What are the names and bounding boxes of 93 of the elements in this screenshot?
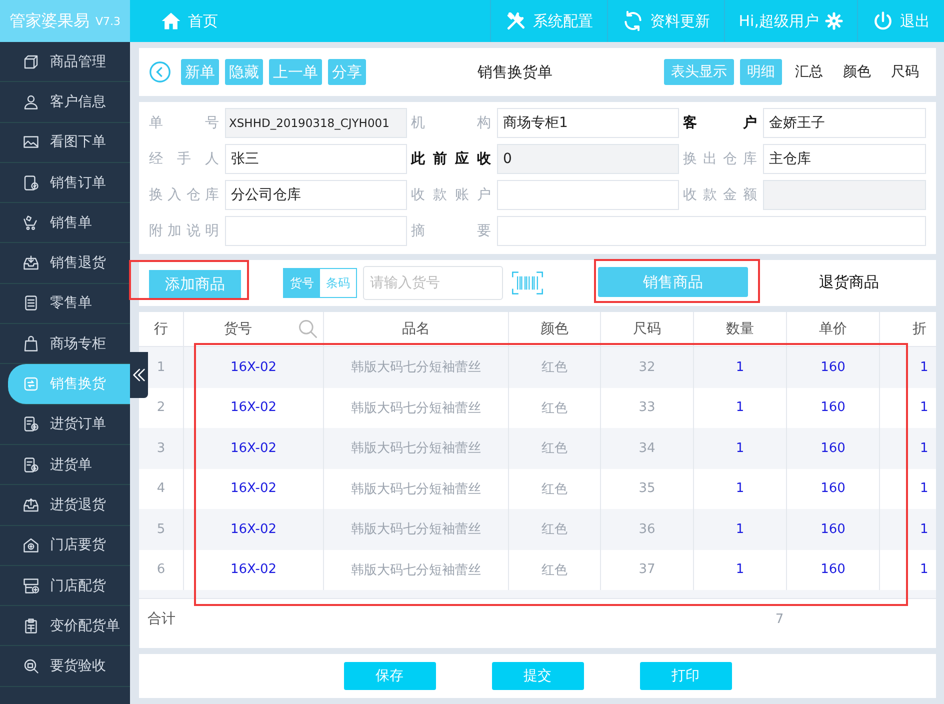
table-cell: 1 [694, 428, 787, 468]
table-cell: 韩版大码七分短袖蕾丝 [324, 509, 509, 550]
field-label: 此前应收 [411, 150, 492, 168]
table-cell: 1 [694, 509, 787, 550]
sidebar-item[interactable]: 门店要货 [0, 526, 130, 566]
sidebar-item[interactable]: 销售退货 [0, 243, 130, 284]
shop-icon [22, 576, 40, 594]
person-icon [22, 92, 40, 111]
input-field[interactable] [497, 216, 926, 246]
box-icon [22, 52, 40, 71]
table-cell: 3 [139, 428, 184, 468]
field-label: 收款金额 [683, 186, 758, 204]
document-plus-icon [22, 415, 40, 434]
sidebar-item[interactable]: 客户信息 [0, 82, 130, 123]
sidebar-item[interactable]: 要货验收 [0, 646, 130, 687]
settings-icon [825, 12, 843, 30]
table-cell: 红色 [509, 428, 601, 468]
input-field[interactable]: 金娇王子 [763, 108, 926, 138]
sidebar-item[interactable]: 商品管理 [0, 42, 130, 82]
document-down-icon [22, 456, 40, 474]
table-cell: 36 [601, 509, 694, 550]
double-chevron-icon [133, 367, 145, 383]
page-title: 销售换货单 [476, 62, 554, 82]
view-button[interactable]: 汇总 [788, 59, 830, 85]
table-cell: 160 [787, 347, 880, 388]
table-cell: 1 [880, 347, 936, 388]
home-icon [160, 10, 182, 32]
refresh-icon [622, 10, 644, 32]
table-cell: 1 [880, 428, 936, 468]
tab[interactable]: 退货商品 [774, 267, 924, 297]
field-label: 收款账户 [411, 186, 492, 204]
inbox-icon [22, 254, 40, 272]
document-check-icon [22, 174, 40, 192]
clipboard-icon [22, 616, 40, 635]
field-label: 换入仓库 [149, 186, 220, 204]
sidebar-item[interactable]: 进货退货 [0, 485, 130, 526]
input-field[interactable]: XSHHD_20190318_CJYH001 [225, 108, 407, 138]
app-name: 管家婆果易 [9, 10, 90, 32]
table-cell: 红色 [509, 347, 601, 388]
table-cell: 5 [139, 509, 184, 550]
table-cell: 16X-02 [184, 509, 324, 550]
back-icon[interactable] [149, 61, 171, 83]
sidebar-item[interactable]: 进货单 [0, 444, 130, 486]
field-label: 客户 [683, 114, 758, 132]
field-label: 单号 [149, 114, 220, 132]
table-cell: 32 [601, 347, 694, 388]
field-label: 附加说明 [149, 222, 220, 240]
table-cell: 16X-02 [184, 428, 324, 468]
sidebar-item[interactable]: 零售单 [0, 284, 130, 324]
field-label: 经手人 [149, 150, 220, 168]
sidebar-item[interactable]: 销售订单 [0, 162, 130, 204]
input-field[interactable]: 0 [497, 144, 679, 174]
outbox-icon [22, 496, 40, 514]
search-icon [297, 318, 319, 340]
field-label: 机构 [411, 114, 492, 132]
magnifier-icon [22, 657, 40, 676]
exchange-icon [22, 375, 40, 394]
total-label: 合计 [146, 610, 176, 628]
table-cell: 韩版大码七分短袖蕾丝 [324, 428, 509, 468]
sidebar-item[interactable]: 变价配货单 [0, 606, 130, 646]
input-field[interactable]: 张三 [225, 144, 407, 174]
sidebar-item[interactable]: 门店配货 [0, 566, 130, 606]
view-button[interactable]: 颜色 [836, 59, 878, 85]
input-field[interactable] [763, 180, 926, 210]
table-cell: 1 [694, 347, 787, 388]
table-cell: 160 [787, 428, 880, 468]
power-icon [872, 10, 894, 32]
input-field[interactable]: 分公司仓库 [225, 180, 407, 210]
bag-icon [22, 334, 40, 353]
sidebar-item[interactable]: 销售单 [0, 203, 130, 244]
input-field[interactable]: 主仓库 [763, 144, 926, 174]
document-icon [22, 294, 40, 312]
view-button[interactable]: 尺码 [884, 59, 926, 85]
app-version: V7.3 [95, 14, 121, 28]
table-cell: 34 [601, 428, 694, 468]
cart-icon [22, 214, 40, 232]
sidebar-item[interactable]: 进货订单 [0, 404, 130, 445]
collapse-button[interactable] [130, 352, 148, 398]
input-field[interactable] [497, 180, 679, 210]
search-field[interactable]: 请输入货号 [363, 266, 503, 300]
table-cell: 红色 [509, 509, 601, 550]
field-label: 摘要 [411, 222, 492, 240]
sidebar-item[interactable]: 看图下单 [0, 122, 130, 163]
input-field[interactable]: 商场专柜1 [497, 108, 679, 138]
table-cell: 16X-02 [184, 347, 324, 388]
house-icon [22, 536, 40, 554]
input-field[interactable] [225, 216, 407, 246]
field-label: 换出仓库 [683, 150, 758, 168]
tools-icon [504, 10, 527, 32]
table-cell: 1 [880, 509, 936, 550]
total-quantity: 7 [774, 612, 785, 626]
table-cell: 160 [787, 509, 880, 550]
table-cell: 韩版大码七分短袖蕾丝 [324, 347, 509, 388]
